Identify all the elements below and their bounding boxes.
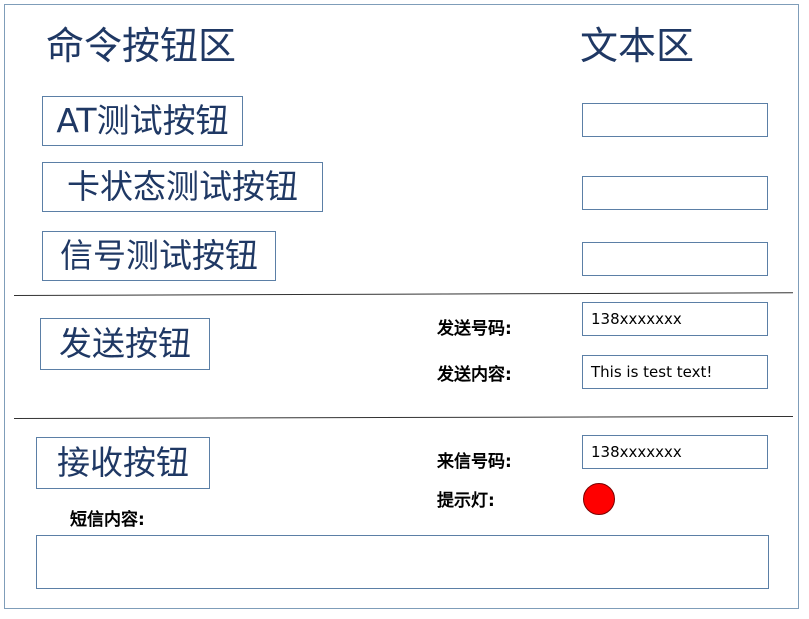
text-area-heading: 文本区 bbox=[580, 24, 695, 68]
at-result-field[interactable] bbox=[582, 103, 768, 137]
indicator-label: 提示灯: bbox=[437, 491, 495, 511]
signal-test-button[interactable]: 信号测试按钮 bbox=[42, 231, 276, 281]
send-content-label: 发送内容: bbox=[437, 365, 512, 385]
incoming-number-label: 来信号码: bbox=[437, 452, 512, 472]
sms-content-field[interactable] bbox=[36, 535, 769, 589]
at-test-button[interactable]: AT测试按钮 bbox=[42, 96, 243, 146]
card-status-test-button[interactable]: 卡状态测试按钮 bbox=[42, 162, 323, 212]
send-button[interactable]: 发送按钮 bbox=[40, 318, 210, 370]
indicator-light bbox=[583, 483, 615, 515]
receive-button[interactable]: 接收按钮 bbox=[36, 437, 210, 489]
send-content-field[interactable]: This is test text! bbox=[582, 355, 768, 389]
send-number-label: 发送号码: bbox=[437, 319, 512, 339]
sms-content-label: 短信内容: bbox=[70, 510, 145, 530]
incoming-number-field[interactable]: 138xxxxxxx bbox=[582, 435, 768, 469]
card-status-result-field[interactable] bbox=[582, 176, 768, 210]
signal-result-field[interactable] bbox=[582, 242, 768, 276]
command-area-heading: 命令按钮区 bbox=[46, 24, 237, 68]
send-number-field[interactable]: 138xxxxxxx bbox=[582, 302, 768, 336]
